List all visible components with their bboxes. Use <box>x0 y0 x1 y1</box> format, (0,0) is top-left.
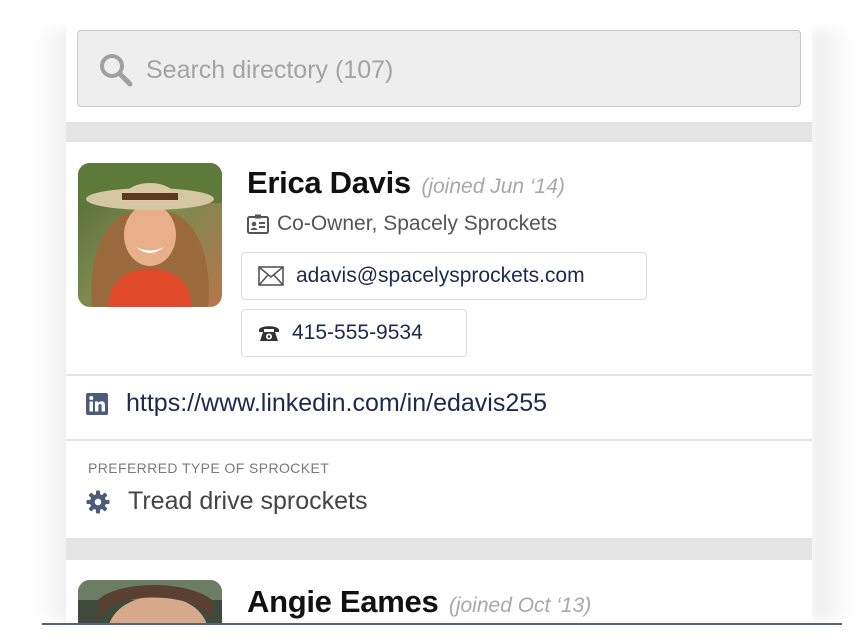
person-name[interactable]: Angie Eames <box>247 584 439 619</box>
envelope-icon <box>258 266 284 286</box>
email-text: adavis@spacelysprockets.com <box>296 264 585 287</box>
email-link[interactable]: adavis@spacelysprockets.com <box>241 252 647 300</box>
search-icon <box>100 54 133 87</box>
person-header: Angie Eames (joined Oct ‘13) <box>247 584 591 620</box>
phone-text: 415-555-9534 <box>292 321 423 344</box>
id-card-icon <box>247 214 269 234</box>
phone-link[interactable]: 415-555-9534 <box>241 309 467 357</box>
preference-text: Tread drive sprockets <box>128 487 368 515</box>
person-header: Erica Davis (joined Jun ‘14) <box>247 165 565 201</box>
directory-panel: Search directory (107) Erica Davis (join… <box>66 18 812 624</box>
preference-label: PREFERRED TYPE OF SPROCKET <box>88 460 330 476</box>
panel-shadow-right <box>812 30 852 620</box>
joined-date: (joined Jun ‘14) <box>421 175 565 198</box>
bottom-divider <box>42 623 842 625</box>
avatar <box>78 580 222 624</box>
preference-value: Tread drive sprockets <box>86 487 367 516</box>
search-bar-area: Search directory (107) <box>66 18 812 122</box>
divider <box>66 374 812 376</box>
linkedin-icon <box>86 392 108 415</box>
avatar <box>78 163 222 307</box>
person-card[interactable]: Angie Eames (joined Oct ‘13) <box>66 560 812 624</box>
person-card[interactable]: Erica Davis (joined Jun ‘14) Co-Owner, S… <box>66 142 812 538</box>
search-input[interactable]: Search directory (107) <box>77 30 801 107</box>
person-role: Co-Owner, Spacely Sprockets <box>247 212 557 236</box>
divider <box>66 439 812 441</box>
linkedin-url: https://www.linkedin.com/in/edavis255 <box>126 389 548 417</box>
linkedin-link[interactable]: https://www.linkedin.com/in/edavis255 <box>86 389 547 418</box>
telephone-icon <box>259 326 279 341</box>
role-text: Co-Owner, Spacely Sprockets <box>277 212 558 235</box>
person-name[interactable]: Erica Davis <box>247 165 411 200</box>
search-placeholder: Search directory (107) <box>146 56 394 84</box>
gear-icon <box>86 490 110 513</box>
joined-date: (joined Oct ‘13) <box>448 594 592 617</box>
